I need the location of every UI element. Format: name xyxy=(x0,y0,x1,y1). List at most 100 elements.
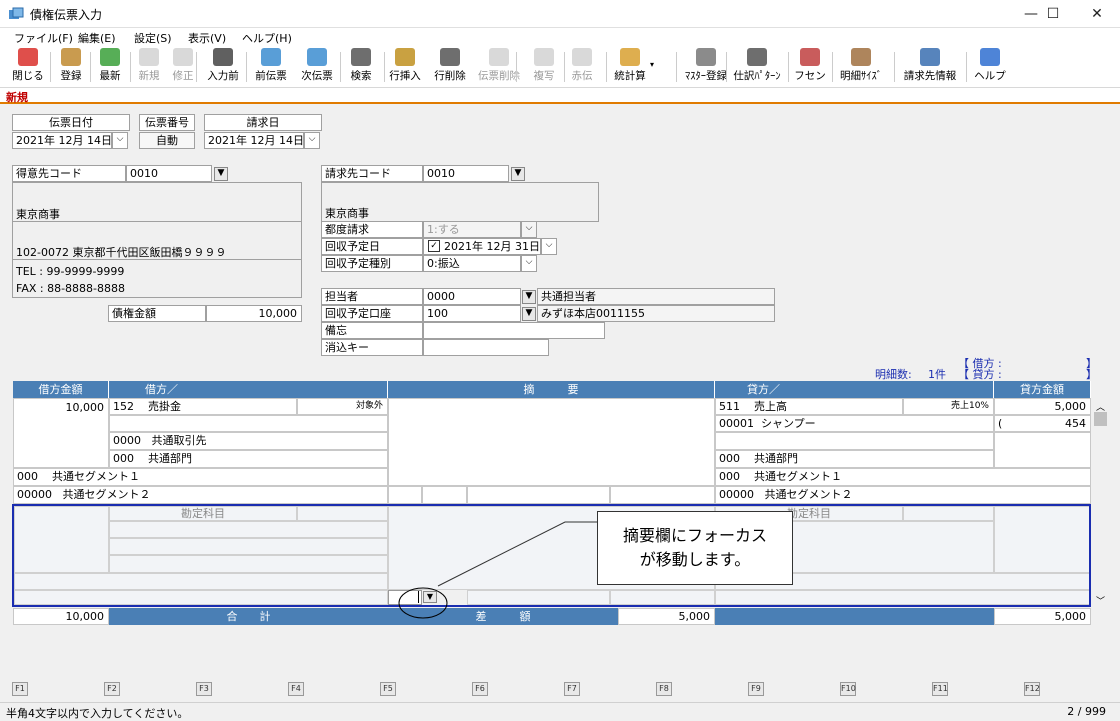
function-key-f6[interactable]: F6 xyxy=(472,682,488,696)
debit-partner-cell[interactable]: 0000 共通取引先 xyxy=(109,432,388,450)
credit-account-name: 売上高 xyxy=(754,400,787,413)
each-billing-dropdown[interactable]: ⌵ xyxy=(521,221,537,238)
summary-sub-cell-2[interactable] xyxy=(422,486,467,504)
summary-sub-cell-1[interactable] xyxy=(388,486,422,504)
due-date-dropdown[interactable]: ⌵ xyxy=(541,238,557,255)
menu-view[interactable]: 表示(V) xyxy=(188,30,226,46)
grid-header-credit: 貸方／ xyxy=(715,381,994,398)
clear-key-input[interactable] xyxy=(423,339,549,356)
close-window-button[interactable]: ✕ xyxy=(1074,0,1120,28)
toolbar-button-red-slip[interactable]: 赤伝 xyxy=(567,48,597,86)
debit-sub-cell[interactable] xyxy=(109,415,388,432)
customer-code-input[interactable]: 0010 xyxy=(126,165,212,182)
account-code-input[interactable]: 100 xyxy=(423,305,521,322)
toolbar-button-register[interactable]: 登録 xyxy=(56,48,86,86)
menu-edit[interactable]: 編集(E) xyxy=(78,30,116,46)
grid-scrollbar[interactable]: ︿ ﹀ xyxy=(1093,398,1108,608)
toolbar-button-edit[interactable]: 修正 xyxy=(168,48,198,86)
customer-lookup-button[interactable]: ▼ xyxy=(214,167,228,181)
debit-amount-cell[interactable]: 10,000 xyxy=(13,398,109,468)
function-key-f8[interactable]: F8 xyxy=(656,682,672,696)
staff-code-input[interactable]: 0000 xyxy=(423,288,521,305)
toolbar-button-detail-size[interactable]: 明細ｻｲｽﾞ xyxy=(836,48,886,86)
scroll-up-icon[interactable]: ︿ xyxy=(1094,400,1107,413)
scroll-down-icon[interactable]: ﹀ xyxy=(1094,594,1107,607)
credit-dept-cell[interactable]: 000 共通部門 xyxy=(715,450,994,468)
credit-account-cell[interactable]: 511 売上高 xyxy=(715,398,903,415)
amount-field[interactable]: 10,000 xyxy=(206,305,302,322)
toolbar-label: 赤伝 xyxy=(571,70,593,82)
toolbar-button-row-delete[interactable]: 行削除 xyxy=(430,48,470,86)
menu-file[interactable]: ファイル(F) xyxy=(14,30,73,46)
credit-tax-amount-cell[interactable]: (454 xyxy=(994,415,1091,432)
toolbar-button-close[interactable]: 閉じる xyxy=(10,48,46,86)
function-key-f1[interactable]: F1 xyxy=(12,682,28,696)
function-key-f5[interactable]: F5 xyxy=(380,682,396,696)
debit-segment1-cell[interactable]: 000 共通セグメント１ xyxy=(13,468,388,486)
toolbar-button-new[interactable]: 新規 xyxy=(134,48,164,86)
credit-sub-cell[interactable]: 00001 シャンプー xyxy=(715,415,994,432)
toolbar-separator xyxy=(564,52,565,82)
due-date-checkbox[interactable]: ✓ xyxy=(428,240,440,252)
maximize-button[interactable]: ☐ xyxy=(1030,0,1076,28)
credit-segment1-cell[interactable]: 000 共通セグメント１ xyxy=(715,468,1091,486)
account-lookup-button[interactable]: ▼ xyxy=(522,307,536,321)
menu-help[interactable]: ヘルプ(H) xyxy=(242,30,292,46)
slip-date-dropdown[interactable]: ⌵ xyxy=(112,132,128,149)
toolbar-button-pattern[interactable]: 仕訳ﾊﾟﾀｰﾝ xyxy=(728,48,786,86)
debit-dept-cell[interactable]: 000 共通部門 xyxy=(109,450,388,468)
segment-code: 00000 xyxy=(719,488,754,501)
function-key-f9[interactable]: F9 xyxy=(748,682,764,696)
credit-segment2-cell[interactable]: 00000 共通セグメント２ xyxy=(715,486,1091,504)
toolbar-button-search[interactable]: 検索 xyxy=(344,48,378,86)
dept-name: 共通部門 xyxy=(148,452,192,465)
toolbar-button-next-slip[interactable]: 次伝票 xyxy=(296,48,338,86)
scroll-thumb[interactable] xyxy=(1094,412,1107,426)
function-key-f10[interactable]: F10 xyxy=(840,682,856,696)
toolbar-button-prev-slip[interactable]: 前伝票 xyxy=(250,48,292,86)
summary-sub-cell-3[interactable] xyxy=(467,486,610,504)
toolbar-label: 仕訳ﾊﾟﾀｰﾝ xyxy=(733,70,781,82)
billing-date-label: 請求日 xyxy=(204,114,322,131)
toolbar: 閉じる 登録 最新 新規 修正 入力前 前伝票 次伝票 検索 行挿入 行削除 伝票削除 複写 赤伝 統計算 ﾏ… xyxy=(0,46,1120,88)
billing-code-input[interactable]: 0010 xyxy=(423,165,509,182)
due-date-field[interactable]: 2021年 12月 31日 xyxy=(423,238,541,255)
function-key-f2[interactable]: F2 xyxy=(104,682,120,696)
toolbar-button-row-insert[interactable]: 行挿入 xyxy=(386,48,424,86)
debit-tax-cell[interactable]: 対象外 xyxy=(297,398,388,415)
credit-account-code: 511 xyxy=(719,400,740,413)
title-bar: 債権伝票入力 — ☐ ✕ xyxy=(0,0,1120,28)
toolbar-button-billing-info[interactable]: 請求先情報 xyxy=(898,48,962,86)
customer-address: 102-0072 東京都千代田区飯田橋９９９９ xyxy=(16,246,227,259)
credit-amount-cell[interactable]: 5,000 xyxy=(994,398,1091,415)
stats-dropdown-icon[interactable]: ▾ xyxy=(650,60,654,69)
toolbar-button-help[interactable]: ヘルプ xyxy=(970,48,1010,86)
function-key-f3[interactable]: F3 xyxy=(196,682,212,696)
toolbar-button-stats[interactable]: 統計算 xyxy=(608,48,652,86)
credit-tax-cell[interactable]: 売上10% xyxy=(903,398,994,415)
summary-cell[interactable] xyxy=(388,398,715,486)
toolbar-button-refresh[interactable]: 最新 xyxy=(94,48,126,86)
function-key-f4[interactable]: F4 xyxy=(288,682,304,696)
toolbar-button-copy[interactable]: 複写 xyxy=(529,48,559,86)
debit-segment2-cell[interactable]: 00000 共通セグメント２ xyxy=(13,486,388,504)
credit-partner-cell[interactable] xyxy=(715,432,994,450)
function-key-f11[interactable]: F11 xyxy=(932,682,948,696)
summary-sub-cell-4[interactable] xyxy=(610,486,715,504)
menu-settings[interactable]: 設定(S) xyxy=(134,30,172,46)
customer-name: 東京商事 xyxy=(16,208,60,221)
toolbar-button-sticky[interactable]: フセン xyxy=(792,48,828,86)
collection-kind-select[interactable]: 0:振込 xyxy=(423,255,521,272)
function-key-f7[interactable]: F7 xyxy=(564,682,580,696)
billing-lookup-button[interactable]: ▼ xyxy=(511,167,525,181)
memo-input[interactable] xyxy=(423,322,605,339)
debit-account-cell[interactable]: 152 売掛金 xyxy=(109,398,297,415)
staff-lookup-button[interactable]: ▼ xyxy=(522,290,536,304)
billing-date-field[interactable]: 2021年 12月 14日 xyxy=(204,132,304,149)
function-key-f12[interactable]: F12 xyxy=(1024,682,1040,696)
billing-date-dropdown[interactable]: ⌵ xyxy=(304,132,320,149)
collection-kind-dropdown[interactable]: ⌵ xyxy=(521,255,537,272)
each-billing-select[interactable]: 1:する xyxy=(423,221,521,238)
slip-date-field[interactable]: 2021年 12月 14日 xyxy=(12,132,112,149)
toolbar-button-undo[interactable]: 入力前 xyxy=(202,48,244,86)
